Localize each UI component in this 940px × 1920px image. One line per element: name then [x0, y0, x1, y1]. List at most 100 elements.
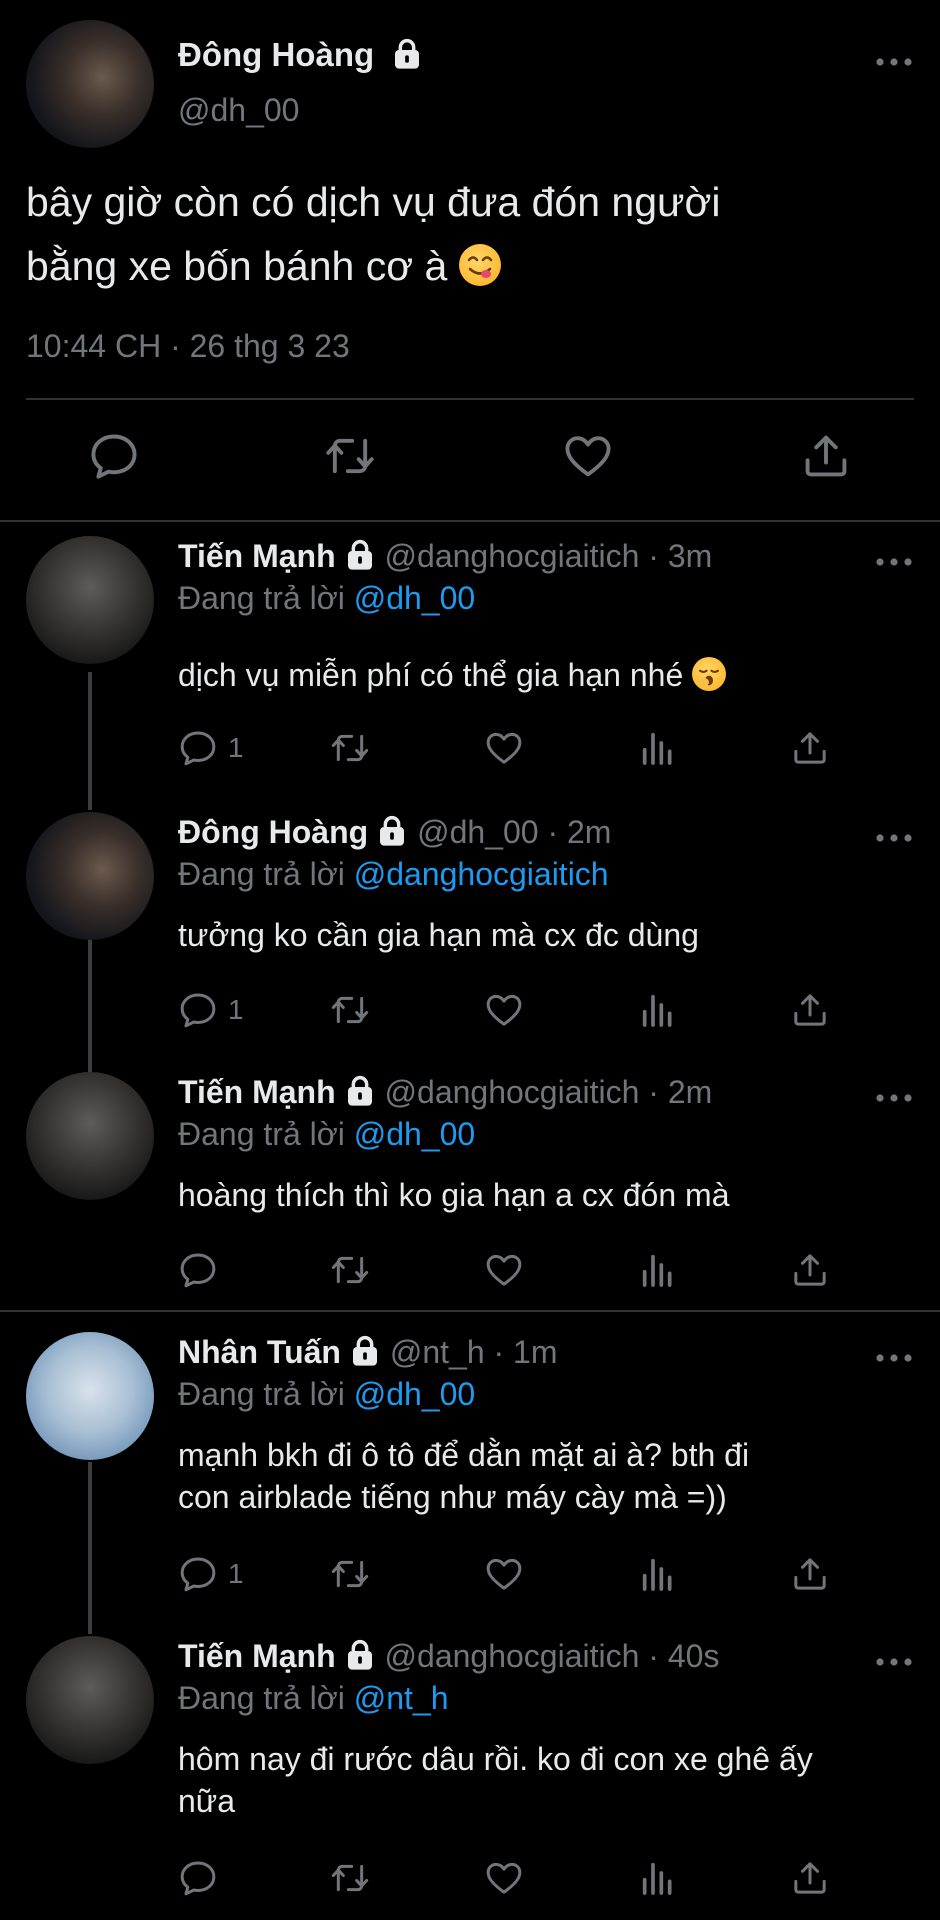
lock-icon	[376, 815, 408, 847]
reply-count: 1	[228, 1558, 244, 1589]
mention-link[interactable]: @dh_00	[354, 580, 475, 616]
reply-text: tưởng ko cần gia hạn mà cx đc dùng	[178, 917, 699, 953]
lock-icon	[344, 539, 376, 571]
share-icon[interactable]	[790, 728, 830, 768]
tweet-actions	[0, 430, 940, 490]
like-icon[interactable]	[484, 990, 524, 1030]
reply-actions: 1	[0, 990, 940, 1040]
reply-header: Nhân Tuấn @nt_h · 1m	[178, 1334, 558, 1371]
like-icon[interactable]	[484, 1250, 524, 1290]
avatar[interactable]	[26, 1072, 154, 1200]
more-options-icon[interactable]	[874, 1092, 914, 1104]
replying-to: Đang trả lời @dh_00	[178, 580, 476, 616]
author-handle[interactable]: @danghocgiaitich	[385, 1638, 640, 1674]
share-icon[interactable]	[790, 990, 830, 1030]
author-handle[interactable]: @nt_h	[390, 1334, 485, 1370]
replying-to: Đang trả lời @nt_h	[178, 1680, 449, 1716]
reply-icon[interactable]	[178, 1250, 218, 1290]
avatar[interactable]	[26, 1332, 154, 1460]
like-icon[interactable]	[562, 430, 614, 482]
replying-to: Đang trả lời @dh_00	[178, 1376, 476, 1412]
reply-actions: 1	[0, 1554, 940, 1604]
author-name[interactable]: Nhân Tuấn	[178, 1334, 341, 1370]
author-handle[interactable]: @dh_00	[178, 92, 299, 129]
retweet-icon[interactable]	[330, 728, 370, 768]
share-icon[interactable]	[790, 1250, 830, 1290]
divider	[26, 398, 914, 400]
views-icon[interactable]	[638, 728, 678, 768]
reply-time: · 2m	[547, 814, 612, 850]
tweet-text: bây giờ còn có dịch vụ đưa đón người bằn…	[26, 179, 721, 289]
reply-header: Đông Hoàng @dh_00 · 2m	[178, 814, 611, 851]
reply-header: Tiến Mạnh @danghocgiaitich · 40s	[178, 1638, 719, 1675]
reply-time: · 1m	[493, 1334, 558, 1370]
share-icon[interactable]	[790, 1554, 830, 1594]
reply-time: · 3m	[648, 538, 713, 574]
more-options-icon[interactable]	[874, 1352, 914, 1364]
reply-tweet[interactable]: Tiến Mạnh @danghocgiaitich · 3m Đang trả…	[0, 536, 940, 776]
author-name[interactable]: Đông Hoàng	[178, 36, 423, 74]
lock-icon	[391, 38, 423, 70]
main-tweet: Đông Hoàng @dh_00 bây giờ còn có dịch vụ…	[0, 0, 940, 520]
divider	[0, 520, 940, 522]
reply-text: hôm nay đi rước dâu rồi. ko đi con xe gh…	[178, 1741, 813, 1819]
reply-icon[interactable]	[88, 430, 140, 482]
yawn-emoji-icon	[692, 657, 727, 691]
reply-icon[interactable]	[178, 1554, 218, 1594]
retweet-icon[interactable]	[330, 1858, 370, 1898]
more-options-icon[interactable]	[874, 1656, 914, 1668]
mention-link[interactable]: @danghocgiaitich	[354, 856, 609, 892]
author-handle[interactable]: @danghocgiaitich	[385, 1074, 640, 1110]
avatar[interactable]	[26, 536, 154, 664]
author-name[interactable]: Tiến Mạnh	[178, 1638, 336, 1674]
author-handle[interactable]: @danghocgiaitich	[385, 538, 640, 574]
views-icon[interactable]	[638, 990, 678, 1030]
avatar[interactable]	[26, 812, 154, 940]
replying-to: Đang trả lời @dh_00	[178, 1116, 476, 1152]
retweet-icon[interactable]	[330, 990, 370, 1030]
author-name[interactable]: Tiến Mạnh	[178, 1074, 336, 1110]
retweet-icon[interactable]	[324, 430, 376, 482]
reply-text: mạnh bkh đi ô tô để dằn mặt ai à? bth đi…	[178, 1437, 750, 1515]
author-name[interactable]: Đông Hoàng	[178, 814, 368, 850]
retweet-icon[interactable]	[330, 1250, 370, 1290]
reply-time: · 2m	[648, 1074, 713, 1110]
reply-tweet[interactable]: Tiến Mạnh @danghocgiaitich · 2m Đang trả…	[0, 1072, 940, 1302]
reply-header: Tiến Mạnh @danghocgiaitich · 2m	[178, 1074, 712, 1111]
yum-emoji-icon	[458, 244, 501, 286]
avatar[interactable]	[26, 20, 154, 148]
lock-icon	[349, 1335, 381, 1367]
avatar[interactable]	[26, 1636, 154, 1764]
like-icon[interactable]	[484, 1858, 524, 1898]
reply-actions	[0, 1250, 940, 1300]
reply-tweet[interactable]: Tiến Mạnh @danghocgiaitich · 40s Đang tr…	[0, 1636, 940, 1920]
author-handle[interactable]: @dh_00	[417, 814, 538, 850]
mention-link[interactable]: @dh_00	[354, 1376, 475, 1412]
divider	[0, 1310, 940, 1312]
views-icon[interactable]	[638, 1554, 678, 1594]
like-icon[interactable]	[484, 728, 524, 768]
more-options-icon[interactable]	[874, 832, 914, 844]
views-icon[interactable]	[638, 1858, 678, 1898]
replying-to: Đang trả lời @danghocgiaitich	[178, 856, 609, 892]
reply-header: Tiến Mạnh @danghocgiaitich · 3m	[178, 538, 712, 575]
mention-link[interactable]: @nt_h	[354, 1680, 449, 1716]
reply-icon[interactable]	[178, 728, 218, 768]
mention-link[interactable]: @dh_00	[354, 1116, 475, 1152]
retweet-icon[interactable]	[330, 1554, 370, 1594]
reply-tweet[interactable]: Đông Hoàng @dh_00 · 2m Đang trả lời @dan…	[0, 812, 940, 1052]
share-icon[interactable]	[790, 1858, 830, 1898]
lock-icon	[344, 1639, 376, 1671]
tweet-timestamp[interactable]: 10:44 CH · 26 thg 3 23	[26, 328, 350, 365]
more-options-icon[interactable]	[874, 556, 914, 568]
reply-time: · 40s	[648, 1638, 720, 1674]
reply-icon[interactable]	[178, 1858, 218, 1898]
author-name[interactable]: Tiến Mạnh	[178, 538, 336, 574]
reply-icon[interactable]	[178, 990, 218, 1030]
reply-tweet[interactable]: Nhân Tuấn @nt_h · 1m Đang trả lời @dh_00…	[0, 1332, 940, 1632]
share-icon[interactable]	[800, 430, 852, 482]
more-options-icon[interactable]	[874, 56, 914, 68]
like-icon[interactable]	[484, 1554, 524, 1594]
reply-actions: 1	[0, 728, 940, 778]
views-icon[interactable]	[638, 1250, 678, 1290]
